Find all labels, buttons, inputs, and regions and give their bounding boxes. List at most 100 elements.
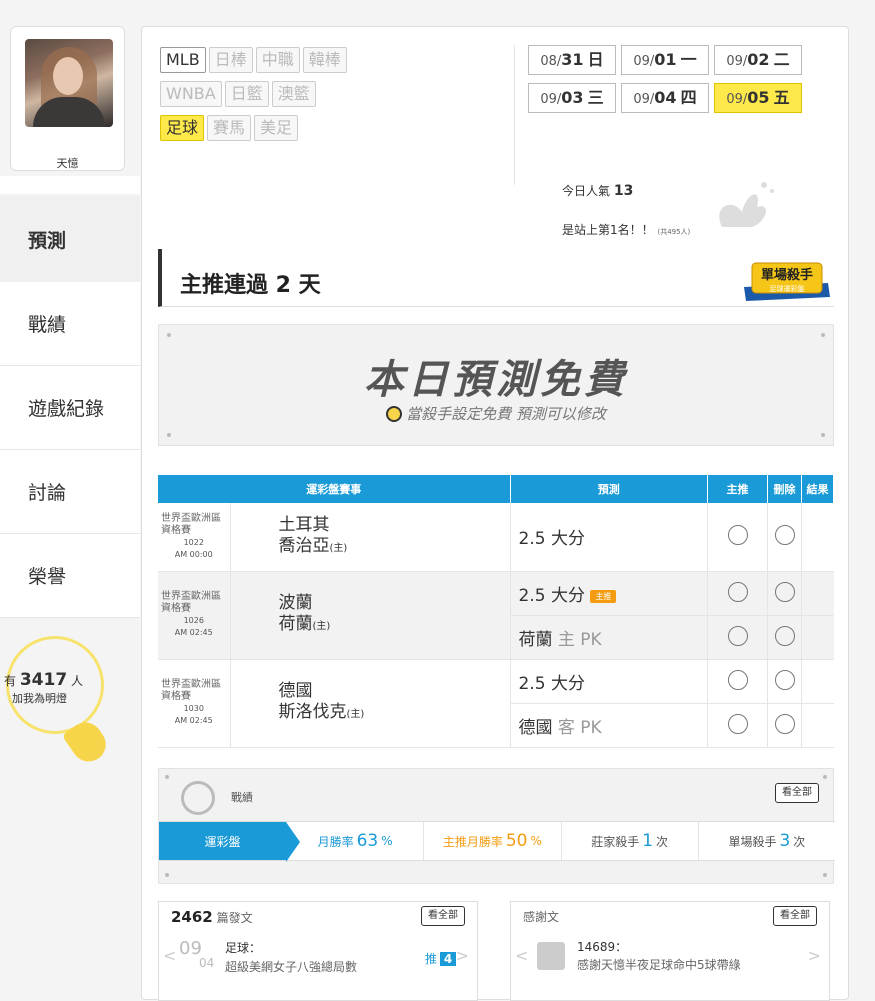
push-count: 推4 — [425, 950, 457, 967]
thanks-id[interactable]: 14689： — [577, 938, 627, 955]
main-pick-radio[interactable] — [707, 571, 768, 616]
thanks-box: 感謝文 看全部 < 14689： 感謝天憶半夜足球命中5球帶綠 > — [510, 901, 830, 1001]
date-button[interactable]: 09/03 三 — [528, 83, 616, 113]
sport-chip-mlb[interactable]: MLB — [160, 47, 206, 73]
main-pick-radio[interactable] — [707, 503, 768, 572]
sport-chip-npb[interactable]: 日棒 — [208, 47, 253, 73]
post-title[interactable]: 超級美網女子八強總局數 — [225, 958, 357, 975]
post-category[interactable]: 足球： — [225, 939, 261, 956]
target-icon — [181, 781, 215, 815]
record-tab-market[interactable]: 運彩盤 — [159, 822, 300, 862]
posts-view-all-button[interactable]: 看全部 — [421, 906, 465, 926]
sport-chip-soccer[interactable]: 足球 — [160, 115, 205, 141]
result-cell — [801, 615, 834, 660]
sport-chip-jbasket[interactable]: 日籃 — [224, 81, 269, 107]
thanks-text[interactable]: 感謝天憶半夜足球命中5球帶綠 — [577, 956, 741, 973]
sport-chip-cpbl[interactable]: 中職 — [255, 47, 300, 73]
date-button[interactable]: 09/01 一 — [621, 45, 709, 75]
splash-decoration-icon — [719, 182, 774, 227]
free-title: 本日預測免費 — [364, 357, 628, 403]
prediction-cell: 荷蘭 主 PK — [510, 615, 708, 660]
posts-header: 2462 篇發文 — [171, 908, 253, 926]
sport-chip-wnba[interactable]: WNBA — [160, 81, 222, 107]
delete-radio[interactable] — [767, 503, 802, 572]
delete-radio[interactable] — [767, 571, 802, 616]
teams-cell: 土耳其 喬治亞(主) — [230, 503, 511, 572]
record-view-all-button[interactable]: 看全部 — [775, 783, 819, 803]
chevron-right-icon[interactable]: > — [456, 946, 469, 965]
date-button-selected[interactable]: 09/05 五 — [714, 83, 802, 113]
svg-text:單場殺手: 單場殺手 — [761, 267, 813, 283]
popularity: 今日人氣 13 — [562, 183, 634, 199]
table-row: 世界盃歐洲區資格賽 1022 AM 00:00 土耳其 喬治亞(主) 2.5 大分 — [158, 503, 834, 572]
teams-cell: 德國 斯洛伐克(主) — [230, 659, 511, 748]
sport-chip-nfl[interactable]: 美足 — [254, 115, 299, 141]
prediction-cell: 2.5 大分 — [510, 659, 708, 704]
fans-count: 有 3417 人 — [4, 670, 84, 690]
header-delete: 刪除 — [767, 475, 802, 503]
free-prediction-banner: 本日預測免費 當殺手設定免費 預測可以修改 — [158, 324, 834, 446]
main-panel: MLB 日棒 中職 韓棒 WNBA 日籃 澳籃 足球 賽馬 美足 08/31 日 09/01 一… — [141, 26, 849, 1001]
fans-label: 加我為明燈 — [12, 692, 67, 705]
side-nav: 預測 戰績 遊戲紀錄 討論 榮譽 — [0, 196, 140, 618]
nav-item-predict[interactable]: 預測 — [0, 196, 140, 282]
house-killer-count: 莊家殺手 1 次 — [562, 822, 699, 860]
streak-banner: 主推連過 2 天 單場殺手 足球運彩盤 — [158, 249, 834, 307]
table-row: 世界盃歐洲區資格賽 1026 AM 02:45 波蘭 荷蘭(主) 2.5 大分 主推 — [158, 571, 834, 660]
thanks-view-all-button[interactable]: 看全部 — [773, 906, 817, 926]
chevron-left-icon[interactable]: < — [515, 946, 528, 965]
sport-filter: MLB 日棒 中職 韓棒 WNBA 日籃 澳籃 足球 賽馬 美足 — [160, 47, 520, 149]
record-title: 戰績 — [231, 791, 253, 804]
free-subtitle: 當殺手設定免費 預測可以修改 — [159, 403, 833, 424]
profile-card[interactable]: 天憶 — [10, 26, 125, 171]
thanks-avatar-icon — [537, 942, 565, 970]
svg-text:足球運彩盤: 足球運彩盤 — [770, 284, 805, 293]
delete-radio[interactable] — [767, 659, 802, 704]
date-picker: 08/31 日 09/01 一 09/02 二 09/03 三 09/04 四 09/0… — [514, 45, 824, 185]
delete-radio[interactable] — [767, 703, 802, 748]
date-button[interactable]: 09/02 二 — [714, 45, 802, 75]
main-pick-win-rate: 主推月勝率 50% — [424, 822, 562, 860]
thanks-header: 感謝文 — [523, 910, 560, 924]
sport-chip-kbo[interactable]: 韓棒 — [302, 47, 347, 73]
record-stats-bar: 運彩盤 月勝率 63% 主推月勝率 50% 莊家殺手 1 次 單場殺手 3 次 — [159, 821, 835, 862]
prediction-cell: 德國 客 PK — [510, 703, 708, 748]
date-button[interactable]: 09/04 四 — [621, 83, 709, 113]
streak-title: 主推連過 2 天 — [180, 273, 321, 298]
delete-radio[interactable] — [767, 615, 802, 660]
sport-chip-horse[interactable]: 賽馬 — [207, 115, 252, 141]
nav-item-honor[interactable]: 榮譽 — [0, 534, 140, 618]
monthly-win-rate: 月勝率 63% — [287, 822, 425, 860]
sport-chip-nbl[interactable]: 澳籃 — [271, 81, 316, 107]
result-cell — [801, 659, 834, 704]
result-cell — [801, 503, 834, 572]
header-event: 運彩盤賽事 — [158, 475, 511, 503]
main-pick-radio[interactable] — [707, 659, 768, 704]
single-killer-badge-icon: 單場殺手 足球運彩盤 — [744, 262, 830, 301]
fans-lightbulb[interactable]: 有 3417 人 加我為明燈 — [0, 630, 140, 769]
result-cell — [801, 703, 834, 748]
nav-item-game-log[interactable]: 遊戲紀錄 — [0, 366, 140, 450]
single-killer-count: 單場殺手 3 次 — [728, 831, 806, 851]
divider — [0, 176, 140, 194]
table-row: 世界盃歐洲區資格賽 1030 AM 02:45 德國 斯洛伐克(主) 2.5 大分 — [158, 659, 834, 748]
record-panel: 戰績 看全部 運彩盤 月勝率 63% 主推月勝率 50% 莊家殺手 1 次 單場殺手 3 次 — [158, 768, 835, 884]
main-pick-radio[interactable] — [707, 703, 768, 748]
nav-item-record[interactable]: 戰績 — [0, 282, 140, 366]
chevron-right-icon[interactable]: > — [808, 946, 821, 965]
avatar[interactable] — [25, 39, 113, 127]
profile-name[interactable]: 天憶 — [11, 155, 124, 171]
posts-box: 2462 篇發文 看全部 < 09 04 足球： 超級美網女子八強總局數 推4 … — [158, 901, 478, 1001]
main-pick-badge: 主推 — [590, 589, 617, 603]
post-day: 04 — [199, 956, 215, 970]
main-pick-radio[interactable] — [707, 615, 768, 660]
league-cell: 世界盃歐洲區資格賽 1030 AM 02:45 — [158, 659, 231, 748]
sidebar: 天憶 預測 戰績 遊戲紀錄 討論 榮譽 有 3417 人 加我為明燈 — [0, 0, 140, 1000]
nav-item-discussion[interactable]: 討論 — [0, 450, 140, 534]
prediction-cell: 2.5 大分 — [510, 503, 708, 572]
league-cell: 世界盃歐洲區資格賽 1022 AM 00:00 — [158, 503, 231, 572]
league-cell: 世界盃歐洲區資格賽 1026 AM 02:45 — [158, 571, 231, 660]
chevron-left-icon[interactable]: < — [163, 946, 176, 965]
prediction-cell: 2.5 大分 主推 — [510, 571, 708, 616]
date-button[interactable]: 08/31 日 — [528, 45, 616, 75]
